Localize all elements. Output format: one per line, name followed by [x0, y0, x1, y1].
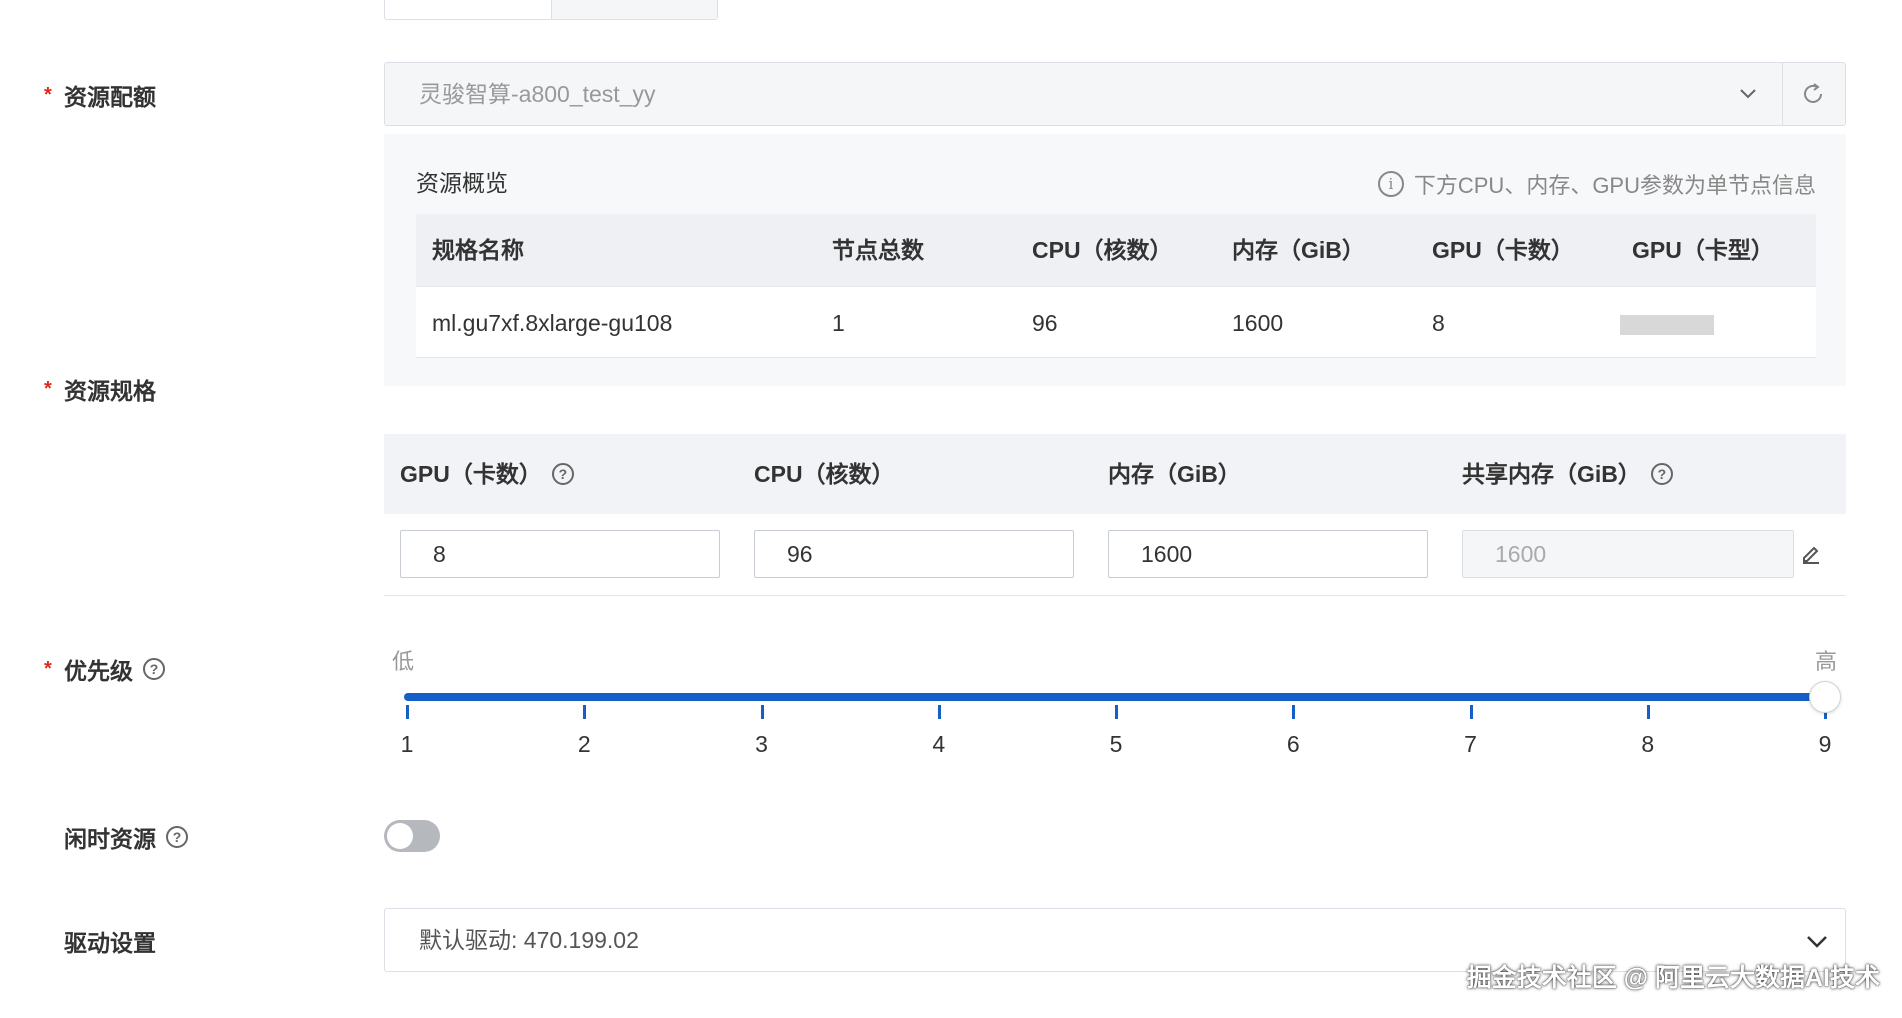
help-icon[interactable]: ?	[551, 463, 574, 485]
memory-input[interactable]: 1600	[1108, 530, 1428, 578]
overview-info-text: 下方CPU、内存、GPU参数为单节点信息	[1413, 173, 1816, 198]
select-divider	[1782, 63, 1783, 125]
header-spec-name: 规格名称	[432, 237, 524, 263]
slider-tick-label: 6	[1286, 731, 1300, 757]
chevron-down-icon[interactable]	[1739, 85, 1757, 103]
refresh-icon[interactable]	[1799, 80, 1827, 108]
header-node-count: 节点总数	[832, 237, 924, 263]
slider-tick	[406, 705, 409, 719]
slider-tick	[1469, 705, 1473, 719]
info-icon: i	[1377, 171, 1404, 197]
header-gpu-count: GPU（卡数）	[1432, 237, 1574, 263]
spec-header-shared-memory: 共享内存（GiB） ?	[1462, 434, 1673, 514]
slider-tick	[1292, 705, 1296, 719]
slider-tick	[1115, 705, 1118, 719]
driver-label: 驱动设置	[64, 924, 156, 958]
header-gpu-type: GPU（卡型）	[1632, 237, 1774, 263]
required-marker: *	[44, 83, 52, 106]
resource-overview-panel: 资源概览 i 下方CPU、内存、GPU参数为单节点信息 规格名称 节点总数 CP…	[384, 134, 1846, 386]
slider-tick-label: 3	[755, 731, 768, 757]
idle-label: 闲时资源 ?	[64, 820, 188, 854]
header-cpu: CPU（核数）	[1032, 237, 1173, 263]
quota-select-value: 灵骏智算-a800_test_yy	[419, 81, 656, 107]
help-icon[interactable]: ?	[143, 658, 165, 680]
quota-label: * 资源配额	[44, 78, 156, 112]
chevron-down-icon[interactable]	[1805, 929, 1829, 953]
shared-memory-input: 1600	[1462, 530, 1794, 578]
cell-node-count: 1	[832, 310, 845, 336]
slider-tick	[1646, 705, 1650, 719]
help-icon[interactable]: ?	[1650, 463, 1673, 485]
header-memory: 内存（GiB）	[1232, 237, 1365, 263]
spec-header-gpu-text: GPU（卡数）	[400, 461, 542, 487]
overview-table: 规格名称 节点总数 CPU（核数） 内存（GiB） GPU（卡数） GPU（卡型…	[416, 214, 1816, 358]
slider-tick-label: 5	[1109, 731, 1123, 757]
priority-slider-handle[interactable]	[1809, 681, 1841, 713]
spec-label-text: 资源规格	[64, 378, 156, 404]
slider-tick-label: 7	[1464, 731, 1477, 757]
cell-memory: 1600	[1232, 310, 1284, 336]
priority-label: * 优先级 ?	[44, 652, 165, 686]
slider-tick-label: 8	[1641, 731, 1655, 757]
cell-gpu-count: 8	[1432, 310, 1445, 336]
driver-label-text: 驱动设置	[64, 930, 156, 956]
spec-header-memory-text: 内存（GiB）	[1108, 461, 1241, 487]
previous-field[interactable]	[384, 0, 718, 20]
priority-label-text: 优先级	[64, 658, 133, 684]
slider-high-label: 高	[1815, 649, 1838, 674]
slider-tick-label: 9	[1818, 731, 1832, 757]
slider-tick-label: 2	[577, 731, 591, 757]
required-marker: *	[44, 657, 52, 680]
quota-select[interactable]: 灵骏智算-a800_test_yy	[384, 62, 1846, 126]
slider-tick	[937, 705, 941, 719]
cell-spec-name: ml.gu7xf.8xlarge-gu108	[432, 310, 673, 336]
edit-icon[interactable]	[1800, 542, 1822, 564]
spec-header-gpu: GPU（卡数） ?	[400, 434, 574, 514]
overview-info: i 下方CPU、内存、GPU参数为单节点信息	[1377, 168, 1816, 200]
page: * 资源配额 灵骏智算-a800_test_yy 资源概览 i 下方CPU、内存…	[0, 0, 1902, 1018]
idle-label-text: 闲时资源	[64, 826, 156, 852]
spec-inputs-row: 8 96 1600 1600	[384, 514, 1846, 596]
spec-header-cpu-text: CPU（核数）	[754, 461, 895, 487]
slider-tick-label: 4	[932, 731, 946, 757]
spec-header-memory: 内存（GiB）	[1108, 434, 1241, 514]
required-marker: *	[44, 377, 52, 400]
slider-tick-label: 1	[400, 731, 414, 757]
slider-tick	[583, 705, 587, 719]
spec-header-cpu: CPU（核数）	[754, 434, 895, 514]
help-icon[interactable]: ?	[166, 826, 188, 848]
redacted-gpu-type	[1620, 314, 1714, 335]
spec-label: * 资源规格	[44, 372, 156, 406]
priority-slider-track[interactable]	[404, 693, 1828, 701]
driver-select-value: 默认驱动: 470.199.02	[419, 927, 639, 953]
idle-toggle[interactable]	[384, 820, 440, 852]
table-row: ml.gu7xf.8xlarge-gu108 1 96 1600 8	[416, 286, 1816, 358]
cell-gpu-type	[1616, 287, 1816, 357]
overview-table-header: 规格名称 节点总数 CPU（核数） 内存（GiB） GPU（卡数） GPU（卡型…	[416, 214, 1816, 286]
previous-field-addon	[552, 0, 717, 19]
spec-header-shared-memory-text: 共享内存（GiB）	[1462, 461, 1641, 487]
cell-cpu: 96	[1032, 310, 1058, 336]
gpu-count-input[interactable]: 8	[400, 530, 720, 578]
quota-label-text: 资源配额	[64, 84, 156, 110]
spec-header: GPU（卡数） ? CPU（核数） 内存（GiB） 共享内存（GiB） ?	[384, 434, 1846, 514]
slider-low-label: 低	[392, 649, 415, 674]
watermark: 掘金技术社区 @ 阿里云大数据AI技术	[1466, 964, 1880, 992]
toggle-knob	[387, 823, 413, 849]
cpu-count-input[interactable]: 96	[754, 530, 1074, 578]
slider-tick	[760, 705, 764, 719]
overview-title: 资源概览	[416, 170, 508, 196]
